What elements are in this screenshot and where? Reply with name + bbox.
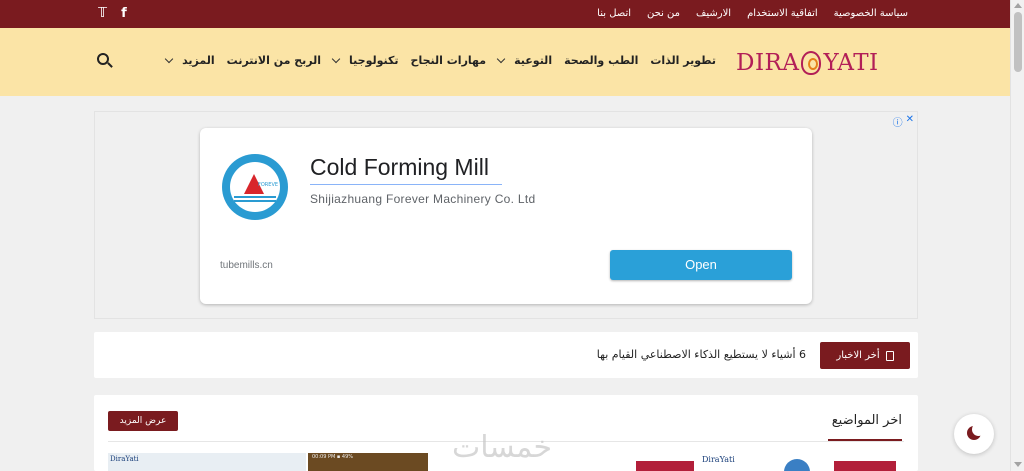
document-icon <box>885 350 894 361</box>
info-icon[interactable]: ⓘ <box>893 114 903 129</box>
nav-label: المزيد <box>182 54 215 67</box>
article-thumbnail[interactable]: DiraYati <box>108 453 306 471</box>
section-heading: اخر المواضيع <box>831 413 902 428</box>
nav-label: تطوير الذات <box>650 54 716 67</box>
title-underline <box>310 184 502 185</box>
chevron-down-icon <box>496 54 506 63</box>
scroll-up-arrow-icon[interactable] <box>1014 3 1022 8</box>
top-bar: 𝕋 f سياسة الخصوصية اتفاقية الاستخدام الا… <box>0 0 1010 28</box>
nav-label: تكنولوجيا <box>349 54 399 67</box>
nav-item-self-development[interactable]: تطوير الذات <box>650 54 716 67</box>
ad-card[interactable]: FOREVE Cold Forming Mill Shijiazhuang Fo… <box>200 128 812 304</box>
nav-item-more[interactable]: المزيد <box>164 54 215 67</box>
top-link-contact[interactable]: اتصل بنا <box>597 7 631 21</box>
dark-mode-toggle[interactable] <box>954 414 994 454</box>
article-thumbnail[interactable] <box>834 453 896 471</box>
nav-item-medicine-health[interactable]: الطب والصحة <box>564 54 638 67</box>
scrollbar-thumb[interactable] <box>1014 12 1022 72</box>
top-nav: سياسة الخصوصية اتفاقية الاستخدام الارشيف… <box>597 7 908 21</box>
top-link-terms[interactable]: اتفاقية الاستخدام <box>747 7 818 21</box>
nav-item-online-profit[interactable]: الربح من الانترنت <box>227 54 321 67</box>
ad-company: Shijiazhuang Forever Machinery Co. Ltd <box>310 192 536 206</box>
nav-label: مهارات النجاح <box>410 54 487 67</box>
logo-text: FOREVE <box>258 182 279 188</box>
top-link-archive[interactable]: الارشيف <box>696 7 731 21</box>
article-thumbnail[interactable]: DiraYati <box>700 453 830 471</box>
category-badge <box>834 461 896 471</box>
chevron-down-icon <box>164 54 174 63</box>
watermark: خمسات <box>452 430 553 465</box>
category-badge <box>636 461 694 471</box>
main-nav: تطوير الذات الطب والصحة التوعية مهارات ا… <box>154 54 716 67</box>
nav-item-success-skills[interactable]: مهارات النجاح <box>411 54 487 67</box>
nav-item-awareness[interactable]: التوعية <box>496 54 553 67</box>
site-logo[interactable]: DIRA YATI <box>736 48 879 78</box>
article-thumbnail[interactable]: 00:09 PM ▪ 49% <box>308 453 428 471</box>
nav-label: التوعية <box>514 54 553 67</box>
ticker-headline[interactable]: 6 أشياء لا يستطيع الذكاء الاصطناعي القيا… <box>597 348 806 361</box>
social-links: 𝕋 f <box>98 6 127 22</box>
thumbnail-graphic <box>784 459 810 471</box>
ticker-label-text: أخر الاخبار <box>836 350 880 361</box>
latest-news-label: أخر الاخبار <box>820 342 910 369</box>
nav-item-technology[interactable]: تكنولوجيا <box>331 54 399 67</box>
article-thumbnail[interactable] <box>634 453 694 471</box>
show-more-button[interactable]: عرض المزيد <box>108 411 178 431</box>
facebook-icon[interactable]: f <box>121 6 127 22</box>
lightbulb-icon <box>801 51 822 75</box>
twitter-icon[interactable]: 𝕋 <box>98 6 107 22</box>
site-header: DIRA YATI تطوير الذات الطب والصحة التوعي… <box>0 28 1010 96</box>
logo-text-right: YATI <box>823 50 879 76</box>
scrollbar[interactable] <box>1010 0 1024 471</box>
close-icon[interactable]: ✕ <box>906 114 914 129</box>
nav-label: الربح من الانترنت <box>226 54 322 67</box>
thumbnail-logo: DiraYati <box>110 455 139 463</box>
thumbnail-logo: DiraYati <box>702 455 735 464</box>
scroll-down-arrow-icon[interactable] <box>1014 462 1022 467</box>
ad-title[interactable]: Cold Forming Mill <box>310 154 489 181</box>
nav-label: الطب والصحة <box>564 54 639 67</box>
ad-choices[interactable]: ⓘ ✕ <box>893 114 914 129</box>
company-logo: FOREVE <box>222 154 288 220</box>
logo-text-left: DIRA <box>736 50 800 76</box>
open-button[interactable]: Open <box>610 250 792 280</box>
moon-icon <box>967 423 985 440</box>
thumbnail-status-text: 00:09 PM ▪ 49% <box>312 454 354 460</box>
chevron-down-icon <box>331 54 341 63</box>
ad-domain: tubemills.cn <box>220 260 273 271</box>
ad-banner: ⓘ ✕ FOREVE Cold Forming Mill Shijiazhuan… <box>94 111 918 319</box>
top-link-about[interactable]: من نحن <box>647 7 680 21</box>
news-ticker: أخر الاخبار 6 أشياء لا يستطيع الذكاء الا… <box>94 332 918 378</box>
search-icon[interactable] <box>97 53 113 69</box>
top-link-privacy[interactable]: سياسة الخصوصية <box>834 7 908 21</box>
